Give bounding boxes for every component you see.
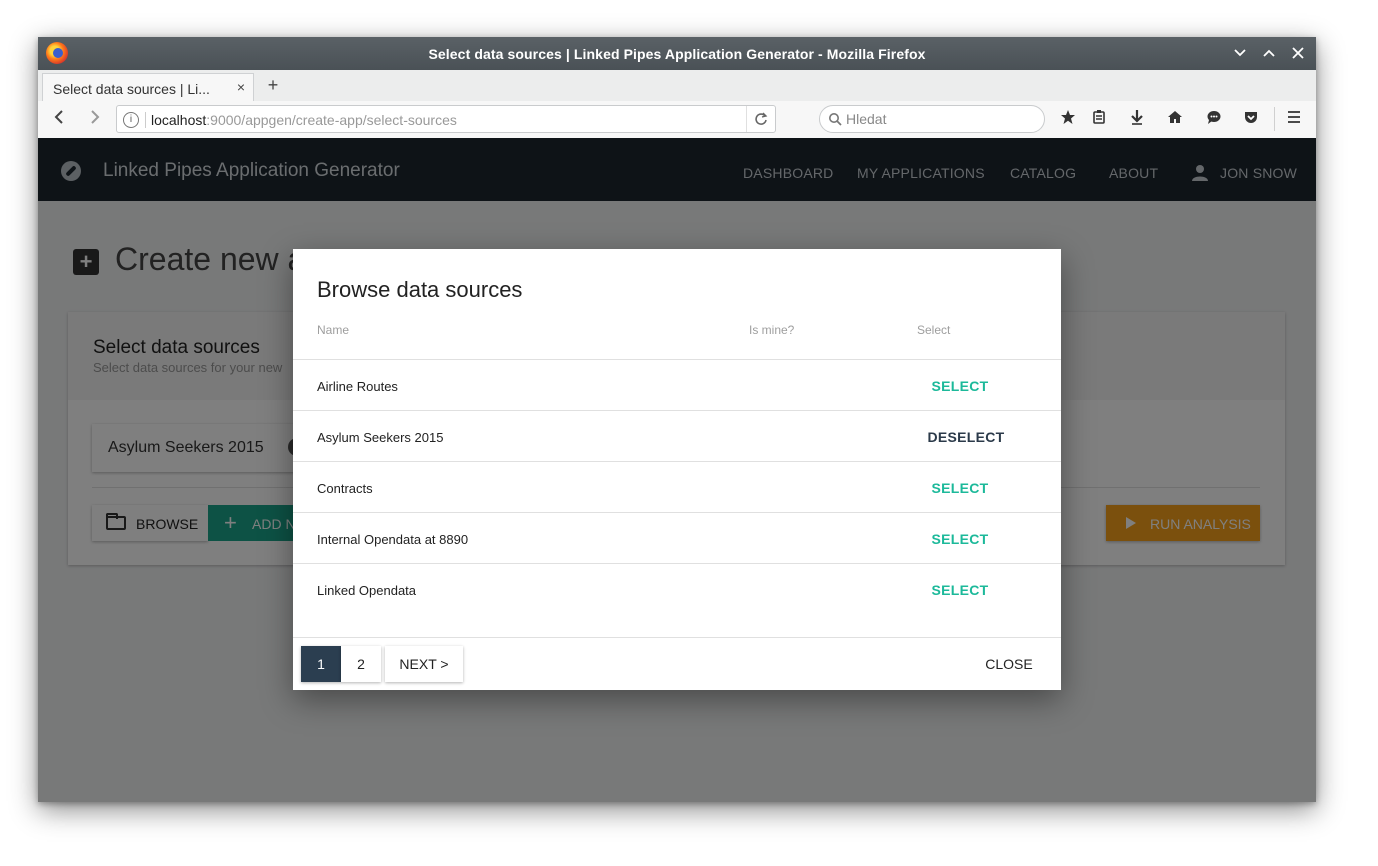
source-name: Linked Opendata xyxy=(317,583,417,598)
chat-icon[interactable] xyxy=(1203,109,1225,129)
reload-icon[interactable] xyxy=(746,106,775,132)
menu-hamburger-icon[interactable] xyxy=(1283,109,1305,129)
dialog-footer: 1 2 NEXT > CLOSE xyxy=(293,637,1061,690)
new-tab-button[interactable]: + xyxy=(263,75,283,96)
window-title: Select data sources | Linked Pipes Appli… xyxy=(428,46,926,62)
dialog-title: Browse data sources xyxy=(317,277,523,302)
navigation-toolbar: i localhost:9000/appgen/create-app/selec… xyxy=(38,101,1316,139)
reading-list-icon[interactable] xyxy=(1088,109,1110,129)
url-text[interactable]: localhost:9000/appgen/create-app/select-… xyxy=(151,112,457,128)
toolbar-separator xyxy=(1274,107,1275,131)
source-name: Airline Routes xyxy=(317,379,398,394)
tab-label: Select data sources | Li... xyxy=(53,81,210,97)
search-input[interactable] xyxy=(846,110,1036,128)
source-name: Internal Opendata at 8890 xyxy=(317,532,469,547)
bookmark-star-icon[interactable] xyxy=(1057,109,1079,129)
download-icon[interactable] xyxy=(1126,109,1148,129)
column-header-select: Select xyxy=(917,323,951,337)
select-button[interactable]: SELECT xyxy=(923,575,997,605)
deselect-button[interactable]: DESELECT xyxy=(923,422,1009,452)
url-bar[interactable]: i localhost:9000/appgen/create-app/selec… xyxy=(116,105,776,133)
browser-tab[interactable]: Select data sources | Li... × xyxy=(42,73,254,101)
forward-icon[interactable] xyxy=(84,109,104,129)
minimize-icon[interactable] xyxy=(1228,42,1252,64)
url-host: localhost xyxy=(151,112,207,128)
pocket-icon[interactable] xyxy=(1240,109,1262,129)
select-button[interactable]: SELECT xyxy=(923,473,997,503)
site-info-icon[interactable]: i xyxy=(123,112,139,128)
page-button-2[interactable]: 2 xyxy=(341,646,381,682)
column-header-is-mine: Is mine? xyxy=(749,323,795,337)
window-titlebar: Select data sources | Linked Pipes Appli… xyxy=(38,37,1316,70)
tab-close-icon[interactable]: × xyxy=(237,79,245,95)
search-icon xyxy=(828,112,842,131)
close-dialog-button[interactable]: CLOSE xyxy=(979,646,1039,682)
table-row: Linked Opendata SELECT xyxy=(293,563,1061,614)
next-page-button[interactable]: NEXT > xyxy=(385,646,463,682)
tab-bar: Select data sources | Li... × + xyxy=(38,70,1316,102)
table-row: Internal Opendata at 8890 SELECT xyxy=(293,512,1061,563)
close-window-icon[interactable] xyxy=(1286,42,1310,64)
page-button-1[interactable]: 1 xyxy=(301,646,341,682)
select-button[interactable]: SELECT xyxy=(923,524,997,554)
table-row: Asylum Seekers 2015 DESELECT xyxy=(293,410,1061,461)
table-row: Airline Routes SELECT xyxy=(293,359,1061,410)
url-separator xyxy=(145,112,146,128)
maximize-icon[interactable] xyxy=(1257,42,1281,64)
home-icon[interactable] xyxy=(1164,109,1186,129)
source-name: Asylum Seekers 2015 xyxy=(317,430,444,445)
browser-window: Select data sources | Linked Pipes Appli… xyxy=(38,37,1316,802)
back-icon[interactable] xyxy=(50,109,70,129)
select-button[interactable]: SELECT xyxy=(923,371,997,401)
table-row: Contracts SELECT xyxy=(293,461,1061,512)
column-header-name: Name xyxy=(317,323,350,337)
url-path: :9000/appgen/create-app/select-sources xyxy=(206,112,457,128)
source-name: Contracts xyxy=(317,481,373,496)
search-bar[interactable] xyxy=(819,105,1045,133)
browse-dialog: Browse data sources Name Is mine? Select… xyxy=(293,249,1061,690)
